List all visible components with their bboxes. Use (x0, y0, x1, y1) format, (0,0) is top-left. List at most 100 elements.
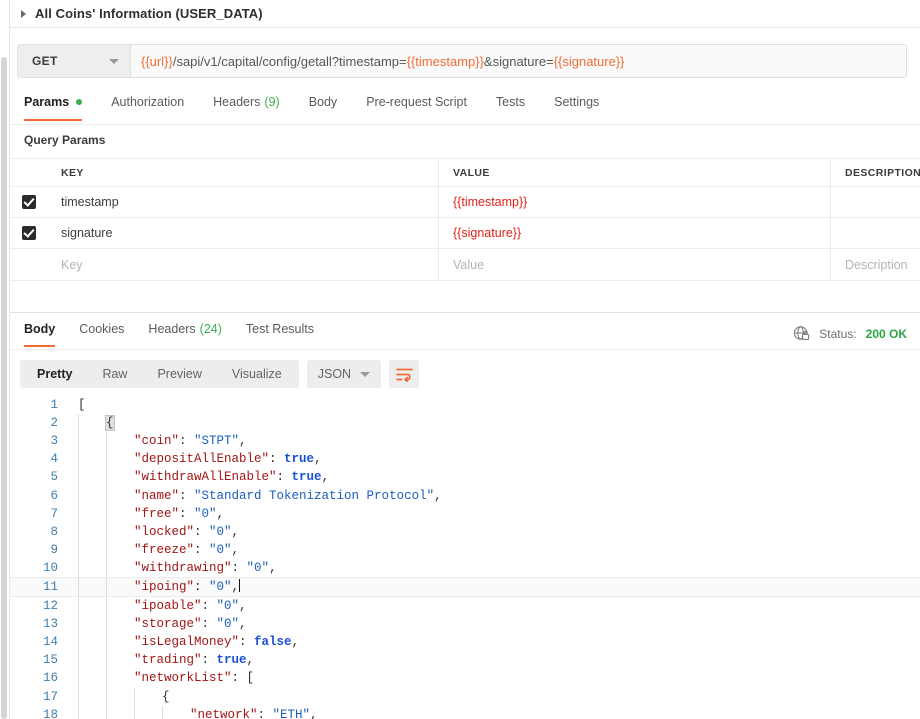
url-text-token: /sapi/v1/capital/config/getall?timestamp… (172, 53, 407, 69)
description-input[interactable] (831, 187, 920, 217)
token-pun: , (239, 617, 247, 632)
token-pun: : (269, 452, 285, 467)
line-number: 1 (50, 398, 58, 413)
tab-label: Headers (213, 95, 261, 109)
line-number: 18 (42, 707, 58, 719)
tab-label: Cookies (79, 322, 125, 336)
table-row[interactable]: timestamp {{timestamp}} (10, 187, 920, 218)
tab-label: Headers (148, 322, 196, 336)
response-tab-headers[interactable]: Headers (24) (148, 320, 221, 346)
code-line: 9 "freeze": "0", (10, 540, 920, 559)
token-key: "coin" (134, 434, 180, 449)
line-number: 17 (42, 689, 58, 704)
indent-guide (78, 687, 79, 706)
column-header-value: VALUE (439, 159, 831, 186)
indent-guide (106, 504, 107, 523)
key-input[interactable]: timestamp (47, 187, 439, 217)
response-tab-cookies[interactable]: Cookies (79, 320, 124, 346)
table-row[interactable]: Key Value Description (10, 249, 920, 280)
token-pun: [ (246, 671, 255, 686)
url-bar: GET {{url}}/sapi/v1/capital/config/getal… (17, 44, 907, 78)
tab-label: Tests (495, 95, 526, 109)
token-pun: : (201, 599, 217, 614)
token-key: "name" (134, 488, 180, 503)
tab-params[interactable]: Params (24, 92, 83, 121)
response-format-select[interactable]: JSON (306, 360, 382, 388)
wrap-text-button[interactable] (389, 360, 420, 388)
response-tab-body[interactable]: Body (24, 320, 56, 347)
code-line-content: { (68, 415, 115, 432)
description-input[interactable]: Description (831, 249, 920, 280)
token-bool: false (254, 635, 292, 650)
line-number: 15 (42, 653, 58, 668)
chevron-down-icon (360, 371, 371, 377)
view-mode-raw[interactable]: Raw (87, 360, 142, 388)
view-mode-preview[interactable]: Preview (142, 360, 216, 388)
tab-tests[interactable]: Tests (496, 92, 525, 120)
row-checkbox[interactable] (21, 226, 36, 240)
tab-label: Settings (554, 95, 600, 109)
token-key: "locked" (134, 524, 195, 539)
indent-guide (106, 450, 107, 469)
placeholder-text: Value (453, 257, 485, 272)
tab-settings[interactable]: Settings (554, 92, 599, 120)
cell-value: signature (61, 226, 113, 240)
value-input[interactable]: {{signature}} (439, 218, 831, 248)
code-line: 12 "ipoable": "0", (10, 597, 920, 616)
indent-guide (106, 540, 107, 559)
pane-splitter[interactable] (10, 312, 920, 313)
view-mode-visualize[interactable]: Visualize (217, 360, 297, 388)
indent-guide (78, 577, 79, 597)
token-pun: , (321, 470, 330, 485)
description-input[interactable] (831, 218, 920, 248)
value-input[interactable]: Value (439, 249, 831, 280)
table-row[interactable]: signature {{signature}} (10, 218, 920, 249)
token-key: "withdrawAllEnable" (134, 470, 277, 485)
cell-value: {{signature}} (453, 226, 522, 240)
token-pun: : (231, 671, 247, 686)
line-number: 5 (50, 470, 58, 485)
indent-guide (106, 522, 107, 541)
indent-guide (78, 414, 79, 433)
response-body-code[interactable]: 1[2{3 "coin": "STPT", 4 "depositAllEnable":… (10, 396, 920, 719)
wrap-text-icon (395, 368, 413, 382)
key-input[interactable]: signature (47, 218, 439, 248)
code-line: 11 "ipoing": "0", (10, 576, 920, 598)
caret-right-icon[interactable] (21, 9, 26, 18)
code-line-content: "ipoable": "0", (68, 599, 247, 613)
token-key: "storage" (134, 617, 202, 632)
response-tab-test-results[interactable]: Test Results (246, 320, 314, 346)
header-check-cell (10, 159, 47, 186)
tab-pre-request-script[interactable]: Pre-request Script (366, 92, 467, 120)
indent-guide (134, 705, 135, 719)
code-line-content: "free": "0", (68, 507, 224, 521)
token-str: "0" (209, 542, 232, 557)
tab-body[interactable]: Body (309, 92, 338, 120)
token-pun: , (231, 542, 240, 557)
code-line: 2{ (10, 414, 920, 433)
key-input[interactable]: Key (47, 249, 439, 280)
page-title: All Coins' Information (USER_DATA) (35, 6, 263, 21)
http-method-select[interactable]: GET (17, 44, 130, 78)
tab-authorization[interactable]: Authorization (111, 92, 184, 120)
row-checkbox[interactable] (21, 195, 36, 209)
code-line: 3 "coin": "STPT", (10, 432, 920, 451)
indent-guide (78, 468, 79, 487)
code-line-content: "storage": "0", (68, 617, 247, 631)
indent-guide (106, 597, 107, 616)
column-header-label: DESCRIPTION (845, 166, 920, 179)
modified-dot-icon (76, 99, 83, 105)
code-line-content: "freeze": "0", (68, 543, 239, 557)
url-input[interactable]: {{url}}/sapi/v1/capital/config/getall?ti… (130, 44, 907, 78)
code-line-content: "withdrawing": "0", (68, 561, 277, 575)
indent-guide (106, 558, 107, 577)
code-line-content: [ (68, 398, 86, 412)
response-status: Status: 200 OK (793, 325, 907, 342)
token-bool: true (216, 653, 247, 668)
tab-headers[interactable]: Headers (9) (213, 92, 280, 120)
tab-label: Test Results (245, 322, 314, 336)
view-mode-pretty[interactable]: Pretty (22, 360, 87, 388)
value-input[interactable]: {{timestamp}} (439, 187, 831, 217)
token-str: "0" (209, 580, 232, 595)
vertical-scrollbar[interactable] (1, 57, 7, 719)
